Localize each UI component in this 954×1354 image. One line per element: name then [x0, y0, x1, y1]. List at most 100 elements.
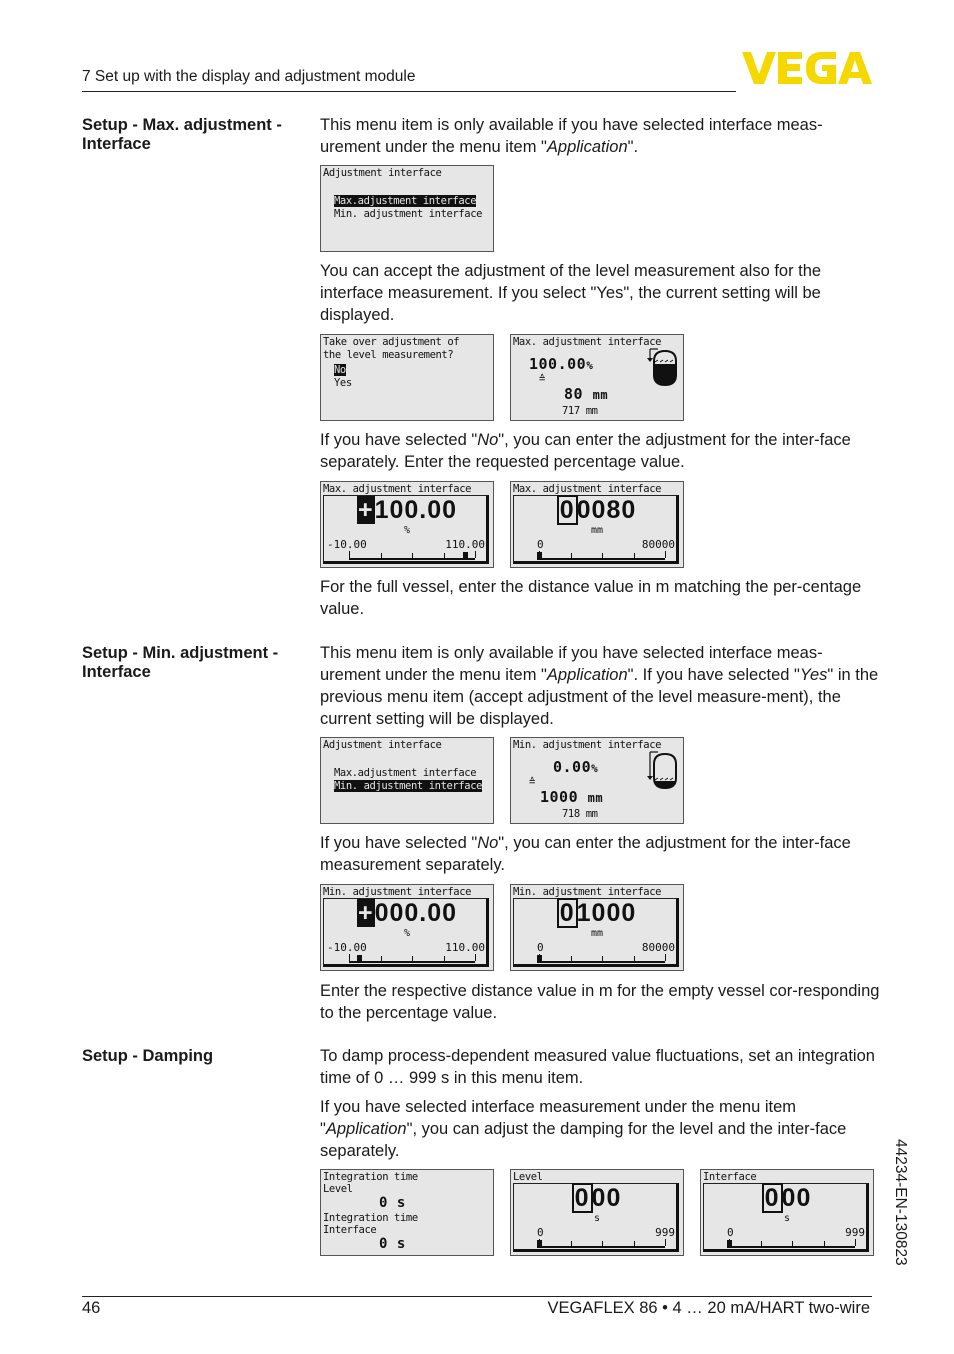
measured-value: 718 mm: [562, 808, 598, 820]
lcd-damping-interface: Interface 000 s 0 999: [700, 1169, 874, 1256]
scale-tick: [855, 1239, 856, 1246]
scale-tick: [570, 956, 572, 961]
scale-min: 0: [537, 538, 544, 551]
unit-label: s: [593, 1213, 601, 1224]
lcd-title: Min. adjustment interface: [513, 886, 662, 898]
scale-position-marker[interactable]: [537, 955, 542, 963]
edit-value[interactable]: +000.00: [321, 899, 493, 928]
edit-value[interactable]: 00080: [511, 495, 683, 525]
lcd-max-adjustment-view: Max. adjustment interface 100.00% ≙ 80 m…: [510, 334, 684, 421]
lcd-damping-overview: Integration time Level 0 s Integration t…: [320, 1169, 494, 1256]
scale-tick: [602, 956, 603, 961]
scale-max: 80000: [641, 538, 675, 551]
scale-min: -10.00: [327, 941, 367, 954]
scale-tick: [443, 553, 445, 558]
menu-item-min-adjustment[interactable]: Min. adjustment interface: [334, 208, 482, 220]
edit-value[interactable]: +100.00: [321, 496, 493, 525]
equivalent-symbol: ≙: [539, 373, 545, 385]
measured-value: 717 mm: [562, 405, 598, 417]
value-scale: [349, 954, 476, 963]
distance-value: 1000 mm: [540, 788, 604, 806]
scale-tick: [380, 956, 382, 961]
scale-min: 0: [537, 941, 544, 954]
scale-tick: [665, 954, 666, 961]
lcd-title: Max. adjustment interface: [323, 483, 472, 495]
scale-position-marker[interactable]: [727, 1240, 732, 1248]
scale-max: 999: [845, 1226, 865, 1239]
lcd-title: Min. adjustment interface: [513, 739, 662, 751]
damping-interface-paragraph: If you have selected interface measureme…: [320, 1098, 847, 1160]
scale-position-marker[interactable]: [537, 1240, 542, 1248]
scale-tick: [602, 553, 603, 558]
scale-tick: [633, 956, 635, 961]
lcd-title: Adjustment interface: [323, 167, 442, 179]
lcd-adjustment-menu-max: Adjustment interface Max.adjustment inte…: [320, 165, 494, 252]
unit-label: mm: [590, 928, 604, 939]
vega-logo: [742, 52, 872, 84]
section-label-min-adjustment: Setup - Min. adjustment - Interface: [82, 644, 279, 681]
scale-tick: [443, 956, 445, 961]
lcd-title: Adjustment interface: [323, 739, 442, 751]
menu-item-max-adjustment[interactable]: Max.adjustment interface: [334, 195, 477, 207]
option-yes[interactable]: Yes: [334, 377, 352, 389]
scale-tick: [349, 954, 350, 961]
unit-label: %: [403, 928, 411, 939]
lcd-label: Integration time: [323, 1171, 418, 1183]
max-no-paragraph: If you have selected "No", you can enter…: [320, 431, 851, 471]
scale-tick: [570, 1241, 572, 1246]
scale-tick: [570, 553, 572, 558]
value-scale: [349, 551, 476, 560]
lcd-label: Integration time: [323, 1212, 418, 1224]
lcd-adjustment-menu-min: Adjustment interface Max.adjustment inte…: [320, 737, 494, 824]
lcd-min-edit-percent: Min. adjustment interface +000.00 % -10.…: [320, 884, 494, 971]
edit-value[interactable]: 01000: [511, 898, 683, 928]
value-scale: [537, 1239, 666, 1248]
lcd-question-line1: Take over adjustment of: [323, 336, 460, 348]
lcd-question-line2: the level measurement?: [323, 349, 454, 361]
scale-tick: [475, 954, 476, 961]
percent-value: 100.00%: [529, 355, 594, 373]
scale-tick: [633, 1241, 635, 1246]
product-name: VEGAFLEX 86 • 4 … 20 mA/HART two-wire: [547, 1299, 870, 1317]
scale-position-marker[interactable]: [462, 552, 468, 560]
option-no[interactable]: No: [334, 364, 346, 376]
scale-max: 110.00: [445, 538, 485, 551]
lcd-title: Level: [513, 1171, 543, 1183]
vessel-full-icon: [647, 348, 677, 387]
edit-value[interactable]: 000: [511, 1183, 683, 1213]
equivalent-symbol: ≙: [529, 776, 535, 788]
value-scale: [727, 1239, 856, 1248]
scale-max: 80000: [641, 941, 675, 954]
menu-item-min-adjustment[interactable]: Min. adjustment interface: [334, 780, 482, 792]
interface-integration-value: 0 s: [379, 1236, 406, 1252]
scale-max: 999: [655, 1226, 675, 1239]
percent-value: 0.00%: [553, 758, 599, 776]
scale-position-marker[interactable]: [357, 955, 363, 963]
scale-tick: [602, 1241, 603, 1246]
damping-intro-paragraph: To damp process-dependent measured value…: [320, 1047, 875, 1087]
scale-position-marker[interactable]: [537, 552, 542, 560]
footer-rule: [82, 1296, 872, 1297]
lcd-label: Interface: [323, 1224, 377, 1236]
scale-tick: [792, 1241, 793, 1246]
level-integration-value: 0 s: [379, 1195, 406, 1211]
vessel-empty-icon: [647, 751, 677, 790]
scale-min: -10.00: [327, 538, 367, 551]
min-no-paragraph: If you have selected "No", you can enter…: [320, 834, 851, 874]
scale-tick: [380, 553, 382, 558]
value-scale: [537, 954, 666, 963]
max-intro-paragraph: This menu item is only available if you …: [320, 116, 823, 156]
scale-tick: [760, 1241, 762, 1246]
lcd-damping-level: Level 000 s 0 999: [510, 1169, 684, 1256]
max-full-vessel-paragraph: For the full vessel, enter the distance …: [320, 578, 862, 618]
lcd-label: Level: [323, 1183, 353, 1195]
scale-min: 0: [727, 1226, 734, 1239]
lcd-title: Max. adjustment interface: [513, 336, 662, 348]
unit-label: s: [783, 1213, 791, 1224]
section-label-max-adjustment: Setup - Max. adjustment - Interface: [82, 116, 282, 153]
lcd-max-edit-distance: Max. adjustment interface 00080 mm 0 800…: [510, 481, 684, 568]
edit-value[interactable]: 000: [701, 1183, 873, 1213]
distance-value: 80 mm: [564, 385, 609, 403]
scale-tick: [412, 956, 413, 961]
menu-item-max-adjustment[interactable]: Max.adjustment interface: [334, 767, 477, 779]
